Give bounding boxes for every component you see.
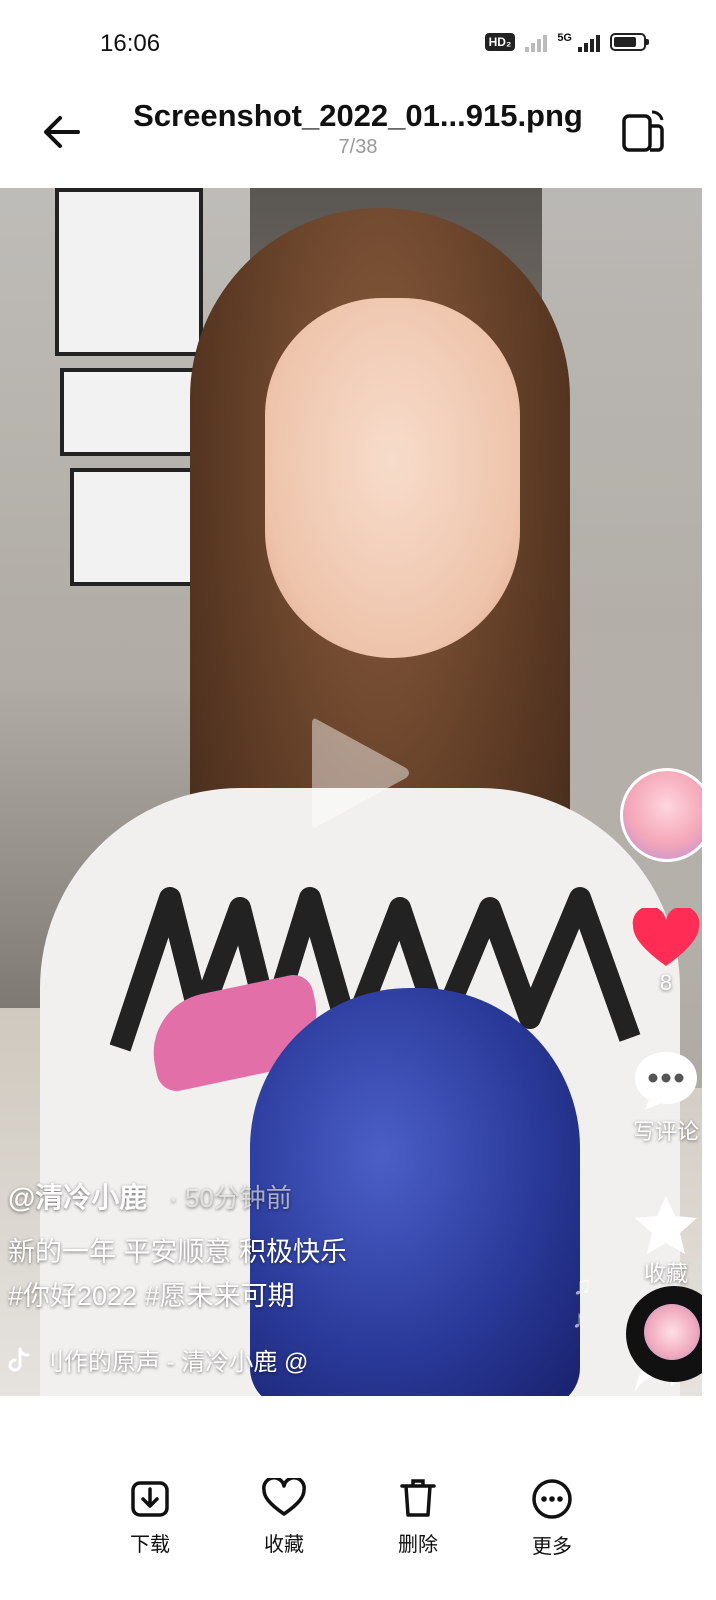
image-counter: 7/38: [338, 136, 378, 158]
download-button[interactable]: 下载: [110, 1478, 190, 1557]
status-bar: 16:06 HD₂ 5G: [0, 0, 716, 90]
play-icon: [312, 718, 409, 828]
music-title: 刂作的原声 - 清冷小鹿 @: [40, 1349, 309, 1376]
hashtags[interactable]: #你好2022 #愿未来可期: [8, 1274, 295, 1313]
download-icon: [131, 1481, 169, 1517]
tiktok-note-icon: [8, 1347, 30, 1371]
signal-sim1-icon: [525, 32, 548, 52]
music-notes-icon: ♫ ♪: [572, 1270, 593, 1334]
viewer-header: Screenshot_2022_01...915.png 7/38: [0, 90, 716, 188]
favorite-button[interactable]: 收藏: [626, 1194, 702, 1288]
more-dots-icon: [532, 1479, 572, 1519]
favorite-toolbar-button[interactable]: 收藏: [244, 1478, 324, 1557]
delete-label: 删除: [398, 1534, 438, 1556]
post-time: · 50分钟前: [169, 1183, 292, 1213]
trash-icon: [400, 1479, 436, 1517]
shirt-sequin-character: [250, 988, 580, 1396]
like-count: 8: [659, 970, 673, 995]
delete-button[interactable]: 删除: [378, 1478, 458, 1557]
signal-sim2-icon: [578, 32, 600, 52]
more-label: 更多: [532, 1536, 572, 1558]
person-face: [265, 298, 520, 658]
comment-bubble-icon: [635, 1052, 697, 1110]
rotate-button[interactable]: [620, 108, 666, 154]
favorite-label: 收藏: [643, 1261, 688, 1286]
author-line: @清冷小鹿 · 50分钟前: [8, 1176, 292, 1216]
music-cover: [644, 1304, 700, 1360]
music-line[interactable]: 刂作的原声 - 清冷小鹿 @: [8, 1342, 308, 1377]
status-time: 16:06: [100, 30, 161, 57]
download-label: 下载: [130, 1534, 170, 1556]
like-button[interactable]: 8: [626, 908, 702, 996]
battery-level: [614, 37, 637, 47]
comment-button[interactable]: 写评论: [626, 1048, 702, 1146]
screenshot-image[interactable]: 8 写评论 收藏 1 @清冷小鹿 · 50分钟前 新的一年 平安顺意 积极快乐 …: [0, 188, 702, 1396]
hd-voice-badge: HD₂: [484, 33, 516, 51]
comment-label: 写评论: [632, 1119, 699, 1144]
network-type: 5G: [557, 32, 572, 44]
battery-icon: [610, 33, 649, 51]
status-icons: HD₂ 5G: [484, 32, 649, 52]
bottom-toolbar: 下载 收藏 删除 更多: [0, 1460, 716, 1600]
author-name[interactable]: @清冷小鹿: [8, 1182, 147, 1213]
favorite-toolbar-label: 收藏: [264, 1534, 304, 1556]
manga-panel: [55, 188, 203, 356]
file-title: Screenshot_2022_01...915.png: [133, 98, 583, 133]
caption-text: 新的一年 平安顺意 积极快乐: [8, 1237, 348, 1267]
rotate-screen-icon: [622, 110, 664, 152]
heart-icon: [632, 908, 700, 966]
heart-outline-icon: [262, 1478, 306, 1516]
play-button[interactable]: [298, 708, 418, 838]
star-icon: [635, 1196, 697, 1254]
more-button[interactable]: 更多: [512, 1478, 592, 1559]
